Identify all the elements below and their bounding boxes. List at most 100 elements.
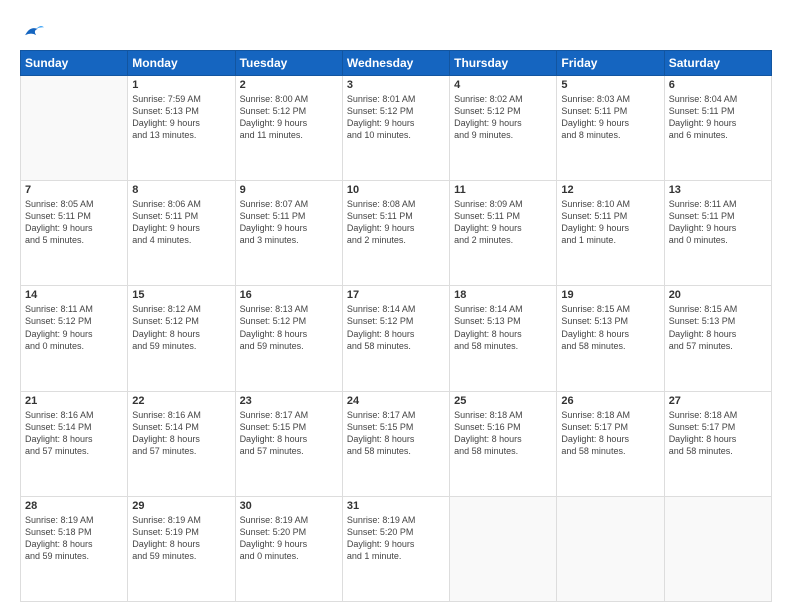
weekday-header-friday: Friday [557, 50, 664, 75]
calendar-cell: 26Sunrise: 8:18 AM Sunset: 5:17 PM Dayli… [557, 391, 664, 496]
day-info: Sunrise: 8:10 AM Sunset: 5:11 PM Dayligh… [561, 198, 659, 247]
day-number: 20 [669, 289, 767, 301]
day-info: Sunrise: 8:17 AM Sunset: 5:15 PM Dayligh… [240, 409, 338, 458]
day-info: Sunrise: 8:16 AM Sunset: 5:14 PM Dayligh… [25, 409, 123, 458]
calendar-cell: 23 Sunrise: 8:17 AM Sunset: 5:15 PM Dayli… [235, 391, 342, 496]
calendar-cell: 30 Sunrise: 8:19 AM Sunset: 5:20 PM Dayli… [235, 496, 342, 601]
calendar-table: SundayMondayTuesdayWednesdayThursdayFrid… [20, 50, 772, 602]
day-number: 3 [347, 79, 445, 91]
calendar-cell: 14Sunrise: 8:11 AM Sunset: 5:12 PM Dayli… [21, 286, 128, 391]
day-info: Sunrise: 8:03 AM Sunset: 5:11 PM Dayligh… [561, 93, 659, 142]
day-info: Sunrise: 8:19 AM Sunset: 5:20 PM Dayligh… [347, 514, 445, 563]
weekday-header-thursday: Thursday [450, 50, 557, 75]
calendar-cell: 20 Sunrise: 8:15 AM Sunset: 5:13 PM Dayli… [664, 286, 771, 391]
header [20, 18, 772, 42]
calendar-cell: 8 Sunrise: 8:06 AM Sunset: 5:11 PM Daylig… [128, 181, 235, 286]
day-info: Sunrise: 8:18 AM Sunset: 5:16 PM Dayligh… [454, 409, 552, 458]
logo-bird-icon [22, 24, 44, 40]
day-number: 19 [561, 289, 659, 301]
day-info: Sunrise: 8:09 AM Sunset: 5:11 PM Dayligh… [454, 198, 552, 247]
calendar-cell: 22Sunrise: 8:16 AM Sunset: 5:14 PM Dayli… [128, 391, 235, 496]
calendar-cell: 29Sunrise: 8:19 AM Sunset: 5:19 PM Dayli… [128, 496, 235, 601]
calendar-week-row: 1 Sunrise: 7:59 AM Sunset: 5:13 PM Daylig… [21, 75, 772, 180]
calendar-cell: 4Sunrise: 8:02 AM Sunset: 5:12 PM Daylig… [450, 75, 557, 180]
calendar-cell: 18Sunrise: 8:14 AM Sunset: 5:13 PM Dayli… [450, 286, 557, 391]
weekday-header-tuesday: Tuesday [235, 50, 342, 75]
calendar-cell: 11 Sunrise: 8:09 AM Sunset: 5:11 PM Dayli… [450, 181, 557, 286]
day-number: 28 [25, 500, 123, 512]
weekday-header-wednesday: Wednesday [342, 50, 449, 75]
day-number: 21 [25, 395, 123, 407]
calendar-cell: 6Sunrise: 8:04 AM Sunset: 5:11 PM Daylig… [664, 75, 771, 180]
calendar-cell: 7 Sunrise: 8:05 AM Sunset: 5:11 PM Daylig… [21, 181, 128, 286]
day-number: 16 [240, 289, 338, 301]
day-number: 1 [132, 79, 230, 91]
day-number: 7 [25, 184, 123, 196]
calendar-cell: 5 Sunrise: 8:03 AM Sunset: 5:11 PM Daylig… [557, 75, 664, 180]
day-info: Sunrise: 8:15 AM Sunset: 5:13 PM Dayligh… [669, 303, 767, 352]
day-number: 17 [347, 289, 445, 301]
calendar-cell: 12 Sunrise: 8:10 AM Sunset: 5:11 PM Dayli… [557, 181, 664, 286]
calendar-cell [664, 496, 771, 601]
calendar-cell: 2 Sunrise: 8:00 AM Sunset: 5:12 PM Daylig… [235, 75, 342, 180]
calendar-week-row: 21 Sunrise: 8:16 AM Sunset: 5:14 PM Dayli… [21, 391, 772, 496]
day-info: Sunrise: 8:17 AM Sunset: 5:15 PM Dayligh… [347, 409, 445, 458]
day-number: 9 [240, 184, 338, 196]
day-info: Sunrise: 8:19 AM Sunset: 5:19 PM Dayligh… [132, 514, 230, 563]
calendar-cell: 27 Sunrise: 8:18 AM Sunset: 5:17 PM Dayli… [664, 391, 771, 496]
day-info: Sunrise: 8:14 AM Sunset: 5:12 PM Dayligh… [347, 303, 445, 352]
day-number: 10 [347, 184, 445, 196]
calendar-cell: 19 Sunrise: 8:15 AM Sunset: 5:13 PM Dayli… [557, 286, 664, 391]
day-info: Sunrise: 8:11 AM Sunset: 5:12 PM Dayligh… [25, 303, 123, 352]
day-info: Sunrise: 7:59 AM Sunset: 5:13 PM Dayligh… [132, 93, 230, 142]
calendar-cell: 9 Sunrise: 8:07 AM Sunset: 5:11 PM Daylig… [235, 181, 342, 286]
day-number: 30 [240, 500, 338, 512]
day-number: 5 [561, 79, 659, 91]
logo [20, 22, 42, 42]
day-number: 18 [454, 289, 552, 301]
calendar-cell: 21 Sunrise: 8:16 AM Sunset: 5:14 PM Dayli… [21, 391, 128, 496]
day-info: Sunrise: 8:07 AM Sunset: 5:11 PM Dayligh… [240, 198, 338, 247]
day-info: Sunrise: 8:05 AM Sunset: 5:11 PM Dayligh… [25, 198, 123, 247]
day-number: 8 [132, 184, 230, 196]
day-info: Sunrise: 8:18 AM Sunset: 5:17 PM Dayligh… [561, 409, 659, 458]
day-number: 2 [240, 79, 338, 91]
day-info: Sunrise: 8:00 AM Sunset: 5:12 PM Dayligh… [240, 93, 338, 142]
weekday-header-sunday: Sunday [21, 50, 128, 75]
day-info: Sunrise: 8:04 AM Sunset: 5:11 PM Dayligh… [669, 93, 767, 142]
day-number: 15 [132, 289, 230, 301]
weekday-header-monday: Monday [128, 50, 235, 75]
day-number: 23 [240, 395, 338, 407]
day-info: Sunrise: 8:19 AM Sunset: 5:18 PM Dayligh… [25, 514, 123, 563]
calendar-cell: 31Sunrise: 8:19 AM Sunset: 5:20 PM Dayli… [342, 496, 449, 601]
day-info: Sunrise: 8:01 AM Sunset: 5:12 PM Dayligh… [347, 93, 445, 142]
day-info: Sunrise: 8:02 AM Sunset: 5:12 PM Dayligh… [454, 93, 552, 142]
day-number: 11 [454, 184, 552, 196]
calendar-cell: 24 Sunrise: 8:17 AM Sunset: 5:15 PM Dayli… [342, 391, 449, 496]
calendar-cell: 10 Sunrise: 8:08 AM Sunset: 5:11 PM Dayli… [342, 181, 449, 286]
calendar-week-row: 14Sunrise: 8:11 AM Sunset: 5:12 PM Dayli… [21, 286, 772, 391]
calendar-cell [450, 496, 557, 601]
day-number: 25 [454, 395, 552, 407]
calendar-cell: 13Sunrise: 8:11 AM Sunset: 5:11 PM Dayli… [664, 181, 771, 286]
calendar-cell: 25 Sunrise: 8:18 AM Sunset: 5:16 PM Dayli… [450, 391, 557, 496]
weekday-header-row: SundayMondayTuesdayWednesdayThursdayFrid… [21, 50, 772, 75]
day-info: Sunrise: 8:11 AM Sunset: 5:11 PM Dayligh… [669, 198, 767, 247]
calendar-cell [21, 75, 128, 180]
day-info: Sunrise: 8:08 AM Sunset: 5:11 PM Dayligh… [347, 198, 445, 247]
day-info: Sunrise: 8:06 AM Sunset: 5:11 PM Dayligh… [132, 198, 230, 247]
day-info: Sunrise: 8:18 AM Sunset: 5:17 PM Dayligh… [669, 409, 767, 458]
page: SundayMondayTuesdayWednesdayThursdayFrid… [0, 0, 792, 612]
day-info: Sunrise: 8:16 AM Sunset: 5:14 PM Dayligh… [132, 409, 230, 458]
day-info: Sunrise: 8:19 AM Sunset: 5:20 PM Dayligh… [240, 514, 338, 563]
day-number: 12 [561, 184, 659, 196]
calendar-cell: 15Sunrise: 8:12 AM Sunset: 5:12 PM Dayli… [128, 286, 235, 391]
day-number: 24 [347, 395, 445, 407]
calendar-cell [557, 496, 664, 601]
calendar-cell: 1 Sunrise: 7:59 AM Sunset: 5:13 PM Daylig… [128, 75, 235, 180]
calendar-cell: 3 Sunrise: 8:01 AM Sunset: 5:12 PM Daylig… [342, 75, 449, 180]
calendar-cell: 17 Sunrise: 8:14 AM Sunset: 5:12 PM Dayli… [342, 286, 449, 391]
day-number: 27 [669, 395, 767, 407]
day-info: Sunrise: 8:13 AM Sunset: 5:12 PM Dayligh… [240, 303, 338, 352]
day-info: Sunrise: 8:15 AM Sunset: 5:13 PM Dayligh… [561, 303, 659, 352]
